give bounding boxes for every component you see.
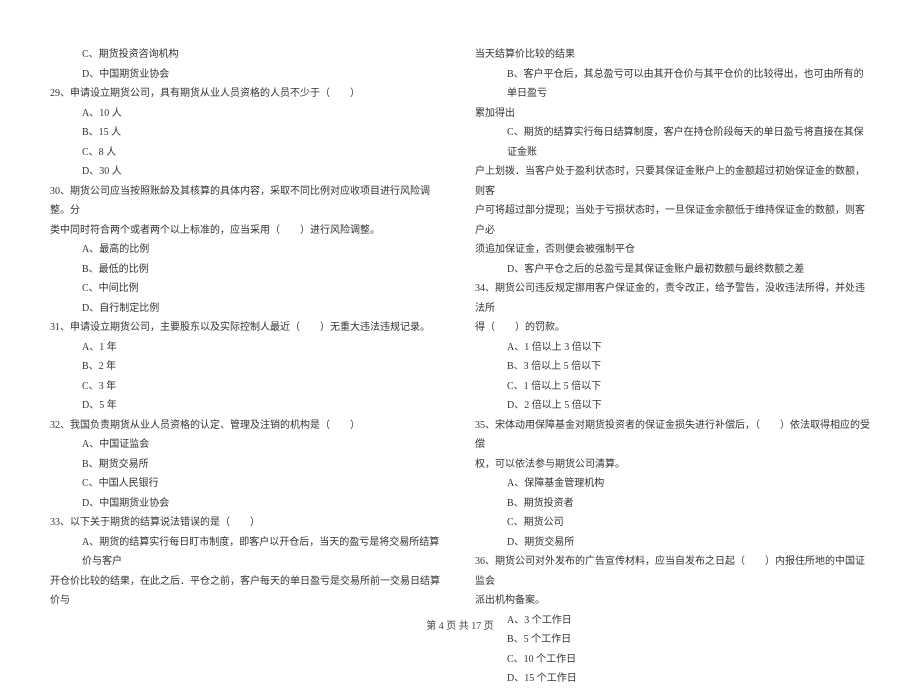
question-35: 35、宋体动用保障基金对期货投资者的保证金损失进行补偿后，（ ）依法取得相应的受… bbox=[475, 416, 870, 455]
option: C、1 倍以上 5 倍以下 bbox=[475, 377, 870, 397]
question-35-cont: 权，可以依法参与期货公司清算。 bbox=[475, 455, 870, 475]
option: D、5 年 bbox=[50, 396, 445, 416]
option: C、中国人民银行 bbox=[50, 474, 445, 494]
option-a-33: A、期货的结算实行每日盯市制度，即客户以开仓后，当天的盈亏是将交易所结算价与客户 bbox=[50, 533, 445, 572]
option: B、期货交易所 bbox=[50, 455, 445, 475]
option: B、2 年 bbox=[50, 357, 445, 377]
page-footer: 第 4 页 共 17 页 bbox=[0, 617, 920, 632]
option-cont: 须追加保证金，否则便会被强制平仓 bbox=[475, 240, 870, 260]
option: C、10 个工作日 bbox=[475, 650, 870, 670]
option-d-33: D、客户平仓之后的总盈亏是其保证金账户最初数额与最终数额之差 bbox=[475, 260, 870, 280]
option: A、保障基金管理机构 bbox=[475, 474, 870, 494]
option: D、2 倍以上 5 倍以下 bbox=[475, 396, 870, 416]
option: C、3 年 bbox=[50, 377, 445, 397]
option: D、30 人 bbox=[50, 162, 445, 182]
option: C、期货投资咨询机构 bbox=[50, 45, 445, 65]
question-33: 33、以下关于期货的结算说法错误的是（ ） bbox=[50, 513, 445, 533]
question-36-cont: 派出机构备案。 bbox=[475, 591, 870, 611]
question-30: 30、期货公司应当按照账龄及其核算的具体内容，采取不同比例对应收项目进行风险调整… bbox=[50, 182, 445, 221]
question-34: 34、期货公司违反规定挪用客户保证金的，责令改正，给予警告，没收违法所得，并处违… bbox=[475, 279, 870, 318]
question-36: 36、期货公司对外发布的广告宣传材料，应当自发布之日起（ ）内报住所地的中国证监… bbox=[475, 552, 870, 591]
option-cont: 当天结算价比较的结果 bbox=[475, 45, 870, 65]
option: D、15 个工作日 bbox=[475, 669, 870, 689]
page-content: C、期货投资咨询机构 D、中国期货业协会 29、申请设立期货公司，具有期货从业人… bbox=[50, 45, 870, 605]
question-30-cont: 类中同时符合两个或者两个以上标准的，应当采用（ ）进行风险调整。 bbox=[50, 221, 445, 241]
left-column: C、期货投资咨询机构 D、中国期货业协会 29、申请设立期货公司，具有期货从业人… bbox=[50, 45, 445, 605]
option: D、中国期货业协会 bbox=[50, 494, 445, 514]
option: B、最低的比例 bbox=[50, 260, 445, 280]
question-31: 31、申请设立期货公司，主要股东以及实际控制人最近（ ）无重大违法违规记录。 bbox=[50, 318, 445, 338]
option-a-33-cont: 开仓价比较的结果，在此之后．平仓之前，客户每天的单日盈亏是交易所前一交易日结算价… bbox=[50, 572, 445, 611]
option: C、中间比例 bbox=[50, 279, 445, 299]
option: A、10 人 bbox=[50, 104, 445, 124]
option: B、3 倍以上 5 倍以下 bbox=[475, 357, 870, 377]
option-cont: 户可将超过部分提现；当处于亏损状态时，一旦保证金余额低于维持保证金的数额，则客户… bbox=[475, 201, 870, 240]
option-b-33: B、客户平仓后，其总盈亏可以由其开仓价与其平仓价的比较得出，也可由所有的单日盈亏 bbox=[475, 65, 870, 104]
option: B、5 个工作日 bbox=[475, 630, 870, 650]
right-column: 当天结算价比较的结果 B、客户平仓后，其总盈亏可以由其开仓价与其平仓价的比较得出… bbox=[475, 45, 870, 605]
option-cont: 累加得出 bbox=[475, 104, 870, 124]
option-c-33: C、期货的结算实行每日结算制度，客户在持仓阶段每天的单日盈亏将直接在其保证金账 bbox=[475, 123, 870, 162]
option: B、期货投资者 bbox=[475, 494, 870, 514]
option: A、1 倍以上 3 倍以下 bbox=[475, 338, 870, 358]
option: C、期货公司 bbox=[475, 513, 870, 533]
option: D、自行制定比例 bbox=[50, 299, 445, 319]
question-34-cont: 得（ ）的罚款。 bbox=[475, 318, 870, 338]
option: D、中国期货业协会 bbox=[50, 65, 445, 85]
option: A、中国证监会 bbox=[50, 435, 445, 455]
question-29: 29、申请设立期货公司，具有期货从业人员资格的人员不少于（ ） bbox=[50, 84, 445, 104]
option: A、最高的比例 bbox=[50, 240, 445, 260]
option: A、1 年 bbox=[50, 338, 445, 358]
option-cont: 户上划拨．当客户处于盈利状态时，只要其保证金账户上的金额超过初始保证金的数额，则… bbox=[475, 162, 870, 201]
option: D、期货交易所 bbox=[475, 533, 870, 553]
option: B、15 人 bbox=[50, 123, 445, 143]
option: C、8 人 bbox=[50, 143, 445, 163]
question-32: 32、我国负责期货从业人员资格的认定、管理及注销的机构是（ ） bbox=[50, 416, 445, 436]
